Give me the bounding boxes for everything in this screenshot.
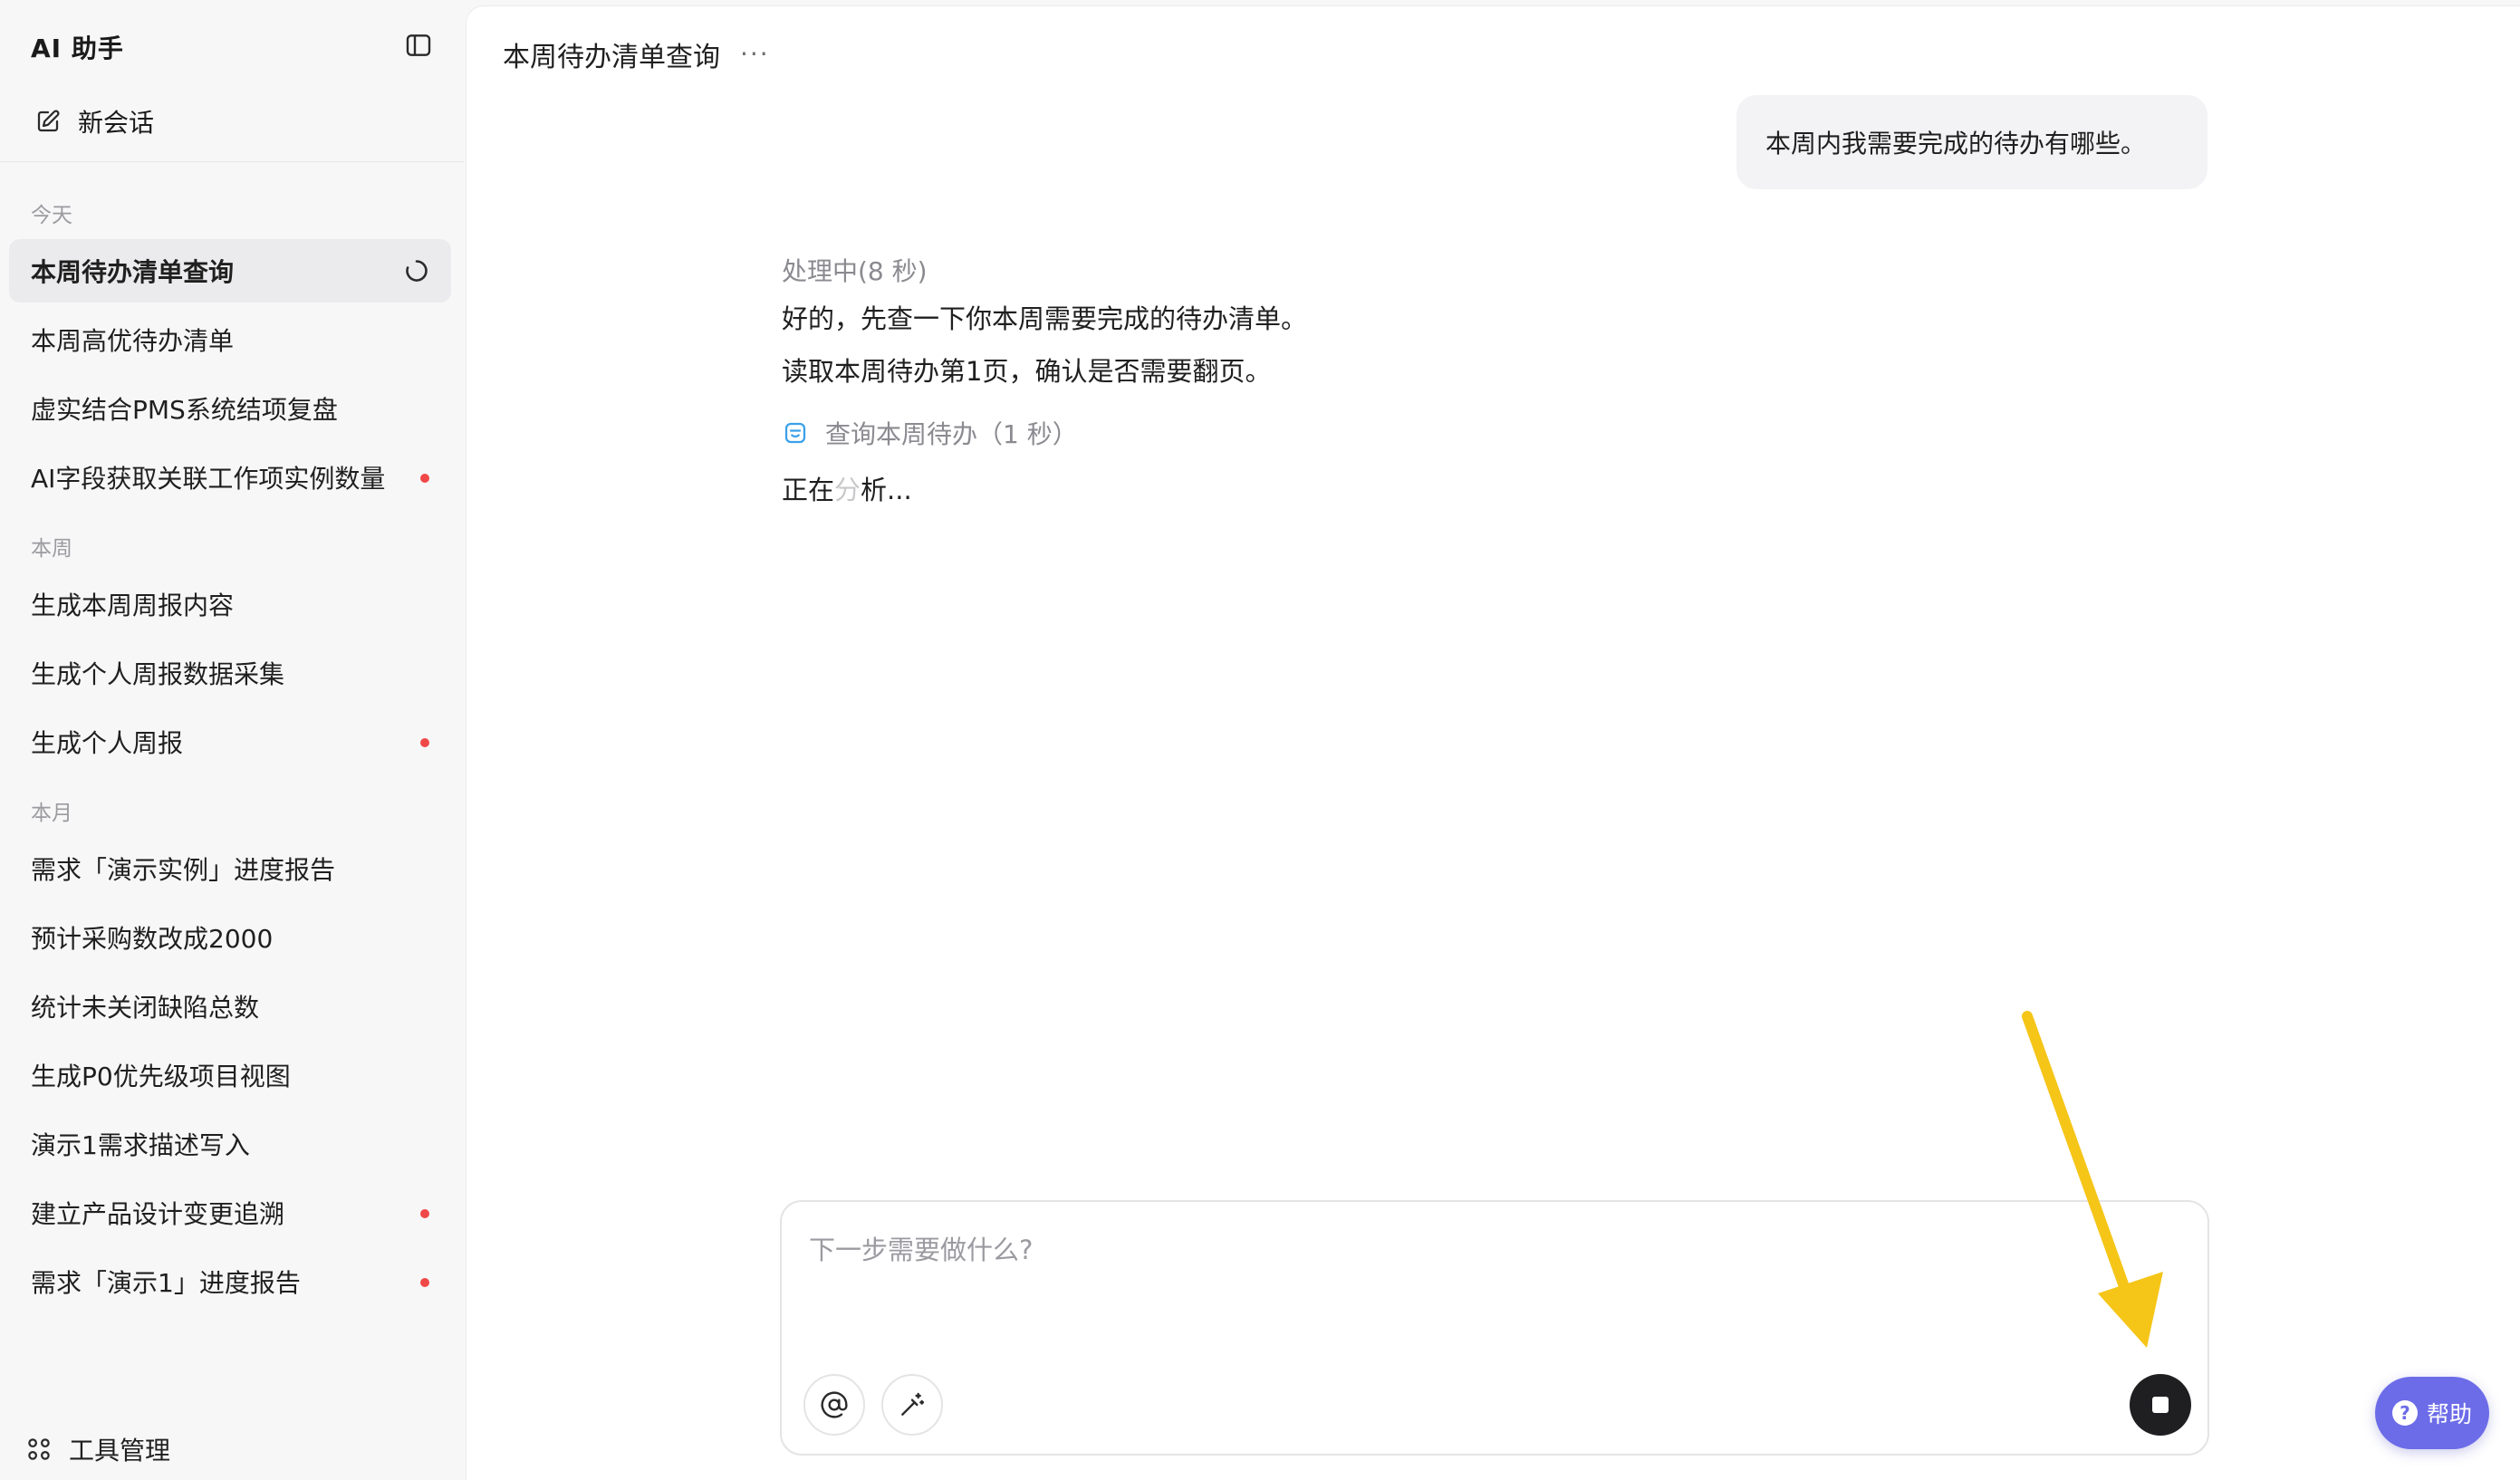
sidebar-divider xyxy=(0,161,464,162)
chat-panel: 本周待办清单查询 ··· 本周内我需要完成的待办有哪些。 处理中(8 秒) 好的… xyxy=(466,5,2520,1480)
sidebar-item-label: 本周高优待办清单 xyxy=(31,326,235,356)
apps-grid-icon xyxy=(28,1438,50,1460)
stop-generation-button[interactable] xyxy=(2130,1374,2191,1436)
tools-management-label: 工具管理 xyxy=(69,1436,171,1466)
sidebar-item-label: 生成P0优先级项目视图 xyxy=(31,1062,291,1091)
sidebar-item-label: 生成本周周报内容 xyxy=(31,591,235,620)
sidebar-item-conversation[interactable]: 建立产品设计变更追溯 xyxy=(9,1181,451,1245)
tool-call-label: 查询本周待办（1 秒） xyxy=(825,419,1078,449)
loading-spinner-icon xyxy=(406,260,428,282)
sidebar-item-label: 演示1需求描述写入 xyxy=(31,1130,250,1160)
sidebar-item-conversation[interactable]: 本周高优待办清单 xyxy=(9,308,451,371)
sidebar-item-label: 统计未关闭缺陷总数 xyxy=(31,993,260,1023)
sidebar-toggle-button[interactable] xyxy=(400,27,437,63)
sidebar-item-label: AI字段获取关联工作项实例数量 xyxy=(31,464,386,494)
sidebar-item-conversation[interactable]: AI字段获取关联工作项实例数量 xyxy=(9,446,451,509)
new-chat-label: 新会话 xyxy=(78,108,155,138)
sidebar-item-conversation[interactable]: 需求「演示实例」进度报告 xyxy=(9,837,451,900)
mention-button[interactable] xyxy=(803,1374,865,1436)
conversation-title: 本周待办清单查询 xyxy=(503,42,720,73)
app-title: AI 助手 xyxy=(31,34,124,63)
conversation-header: 本周待办清单查询 ··· xyxy=(503,34,770,75)
new-chat-button[interactable]: 新会话 xyxy=(22,96,447,147)
analyzing-text-prefix: 正在 xyxy=(782,475,835,505)
stop-icon xyxy=(2152,1397,2169,1413)
sidebar-item-label: 需求「演示1」进度报告 xyxy=(31,1268,301,1298)
tool-call-item[interactable]: 查询本周待办（1 秒） xyxy=(782,410,2050,456)
sidebar-item-conversation[interactable]: 生成本周周报内容 xyxy=(9,572,451,636)
user-message-bubble: 本周内我需要完成的待办有哪些。 xyxy=(1736,95,2207,189)
sidebar-item-label: 需求「演示实例」进度报告 xyxy=(31,855,336,885)
help-button[interactable]: ? 帮助 xyxy=(2375,1377,2489,1449)
analyzing-text-fade: 分 xyxy=(834,475,861,505)
sidebar-item-conversation[interactable]: 预计采购数改成2000 xyxy=(9,906,451,969)
section-label-today: 今天 xyxy=(31,204,72,227)
message-input[interactable] xyxy=(809,1229,2168,1320)
tool-icon xyxy=(784,422,806,444)
sidebar-item-active-conversation[interactable]: 本周待办清单查询 xyxy=(9,239,451,303)
unread-dot xyxy=(420,474,429,483)
magic-wand-icon xyxy=(901,1392,925,1416)
sidebar-item-conversation[interactable]: 生成个人周报数据采集 xyxy=(9,641,451,705)
unread-dot xyxy=(420,1278,429,1287)
at-sign-icon xyxy=(821,1391,848,1418)
sidebar-item-label: 生成个人周报 xyxy=(31,728,184,758)
sidebar-item-conversation[interactable]: 生成P0优先级项目视图 xyxy=(9,1043,451,1107)
analyzing-status: 正在分析... xyxy=(782,466,2050,514)
magic-wand-button[interactable] xyxy=(881,1374,943,1436)
assistant-text-line: 读取本周待办第1页，确认是否需要翻页。 xyxy=(782,356,1272,387)
sidebar-header: AI 助手 xyxy=(0,0,464,91)
unread-dot xyxy=(420,1209,429,1218)
section-label-this-month: 本月 xyxy=(31,802,72,825)
user-message-text: 本周内我需要完成的待办有哪些。 xyxy=(1765,129,2147,159)
message-composer xyxy=(780,1200,2209,1456)
sidebar-item-conversation[interactable]: 虚实结合PMS系统结项复盘 xyxy=(9,377,451,440)
tools-management-button[interactable]: 工具管理 xyxy=(22,1426,293,1473)
assistant-text-line: 好的，先查一下你本周需要完成的待办清单。 xyxy=(782,303,1308,334)
edit-icon xyxy=(37,110,60,132)
sidebar-item-conversation[interactable]: 生成个人周报 xyxy=(9,710,451,774)
sidebar-item-label: 本周待办清单查询 xyxy=(31,257,235,287)
section-label-this-week: 本周 xyxy=(31,537,72,561)
question-icon: ? xyxy=(2391,1400,2418,1426)
app-window: AI 助手 新会话 今天 本周待办清单查询 本周高优待办清单 虚实结合PMS系统… xyxy=(0,0,2520,1480)
sidebar-item-conversation[interactable]: 需求「演示1」进度报告 xyxy=(9,1250,451,1313)
more-options-button[interactable]: ··· xyxy=(740,42,770,67)
sidebar: AI 助手 新会话 今天 本周待办清单查询 本周高优待办清单 虚实结合PMS系统… xyxy=(0,0,464,1480)
help-label: 帮助 xyxy=(2426,1401,2472,1427)
unread-dot xyxy=(420,738,429,747)
sidebar-item-label: 预计采购数改成2000 xyxy=(31,924,274,954)
processing-status: 处理中(8 秒) xyxy=(782,256,928,286)
sidebar-item-conversation[interactable]: 演示1需求描述写入 xyxy=(9,1112,451,1176)
sidebar-panel-icon xyxy=(406,34,431,56)
assistant-response: 处理中(8 秒) 好的，先查一下你本周需要完成的待办清单。 读取本周待办第1页，… xyxy=(782,251,2050,514)
sidebar-item-label: 建立产品设计变更追溯 xyxy=(31,1199,285,1229)
analyzing-text-suffix: 析... xyxy=(861,475,912,505)
sidebar-item-label: 虚实结合PMS系统结项复盘 xyxy=(31,395,338,425)
sidebar-item-conversation[interactable]: 统计未关闭缺陷总数 xyxy=(9,975,451,1038)
sidebar-item-label: 生成个人周报数据采集 xyxy=(31,659,285,689)
